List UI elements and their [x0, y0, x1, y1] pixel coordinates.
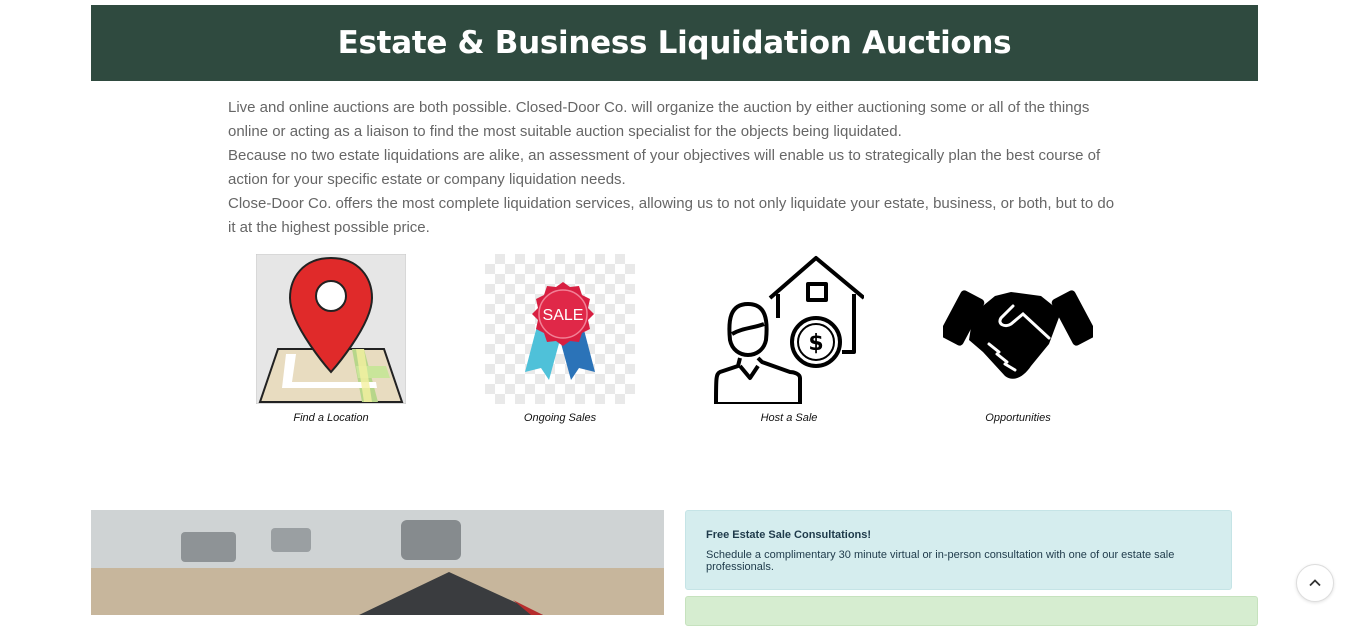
scroll-to-top-button[interactable] [1296, 564, 1334, 602]
handshake-icon[interactable] [943, 254, 1093, 404]
consultation-box: Free Estate Sale Consultations! Schedule… [685, 510, 1232, 590]
host-sale-card[interactable]: $ Host a Sale [713, 254, 865, 424]
sale-badge-icon[interactable]: SALE [485, 254, 635, 404]
find-location-caption[interactable]: Find a Location [255, 412, 407, 424]
opportunities-caption[interactable]: Opportunities [942, 412, 1094, 424]
host-sale-caption[interactable]: Host a Sale [713, 412, 865, 424]
consultation-title: Free Estate Sale Consultations! [706, 529, 872, 541]
ongoing-sales-caption[interactable]: Ongoing Sales [484, 412, 636, 424]
find-location-card[interactable]: Find a Location [255, 254, 407, 424]
ongoing-sales-card[interactable]: SALE Ongoing Sales [484, 254, 636, 424]
chevron-up-icon [1309, 579, 1321, 587]
svg-text:$: $ [808, 331, 823, 356]
opportunities-card[interactable]: Opportunities [942, 254, 1094, 424]
intro-paragraph-1: Live and online auctions are both possib… [228, 99, 1090, 140]
hero-banner: Estate & Business Liquidation Auctions [91, 5, 1258, 81]
map-pin-icon[interactable] [256, 254, 406, 404]
house-model-photo [91, 510, 664, 615]
sale-badge-label: SALE [543, 307, 584, 324]
intro-paragraph-3: Close-Door Co. offers the most complete … [228, 195, 1115, 236]
intro-text: Live and online auctions are both possib… [228, 96, 1123, 240]
page-title: Estate & Business Liquidation Auctions [337, 25, 1012, 61]
intro-paragraph-2: Because no two estate liquidations are a… [228, 147, 1101, 188]
green-info-box [685, 596, 1258, 626]
host-house-dollar-icon[interactable]: $ [714, 254, 864, 404]
consultation-text: Schedule a complimentary 30 minute virtu… [706, 549, 1175, 573]
